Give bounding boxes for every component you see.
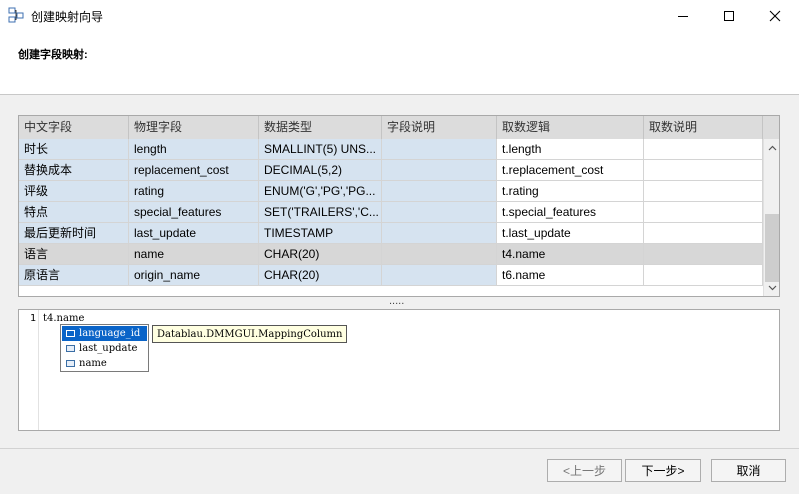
cell-fetch-logic[interactable]: t6.name — [497, 265, 644, 286]
cell-fetch-desc[interactable] — [644, 160, 763, 181]
cell-field-desc — [382, 265, 497, 286]
line-number: 1 — [30, 313, 37, 324]
cell-data-type: CHAR(20) — [259, 265, 382, 286]
cell-physical-field: last_update — [129, 223, 259, 244]
line-gutter: 1 — [19, 310, 39, 430]
column-header-fetch-desc[interactable]: 取数说明 — [644, 116, 763, 139]
cell-field-desc — [382, 139, 497, 160]
header-label: 创建字段映射: — [18, 49, 88, 61]
cell-fetch-desc[interactable] — [644, 223, 763, 244]
cell-physical-field: replacement_cost — [129, 160, 259, 181]
grid-header: 中文字段 物理字段 数据类型 字段说明 取数逻辑 取数说明 — [19, 116, 779, 139]
title-bar: 创建映射向导 — [0, 0, 799, 31]
column-header-physical-field[interactable]: 物理字段 — [129, 116, 259, 139]
maximize-icon — [724, 10, 734, 21]
cell-fetch-desc[interactable] — [644, 244, 763, 265]
cell-fetch-desc[interactable] — [644, 139, 763, 160]
splitter-handle[interactable]: ..... — [389, 295, 404, 307]
minimize-icon — [678, 15, 688, 17]
cell-fetch-desc[interactable] — [644, 181, 763, 202]
autocomplete-list: language_id last_update name — [60, 324, 149, 372]
cell-fetch-desc[interactable] — [644, 202, 763, 223]
autocomplete-item[interactable]: last_update — [62, 341, 147, 356]
cell-physical-field: special_features — [129, 202, 259, 223]
table-row[interactable]: 替换成本 replacement_cost DECIMAL(5,2) t.replac… — [19, 160, 763, 181]
cell-data-type: SMALLINT(5) UNS... — [259, 139, 382, 160]
cell-physical-field: rating — [129, 181, 259, 202]
cell-field-desc — [382, 160, 497, 181]
cell-cn-field: 语言 — [19, 244, 129, 265]
code-line[interactable]: t4.name — [43, 313, 84, 324]
column-icon — [66, 330, 75, 337]
cell-physical-field: name — [129, 244, 259, 265]
cell-field-desc — [382, 202, 497, 223]
cell-cn-field: 原语言 — [19, 265, 129, 286]
grid-scrollbar[interactable] — [763, 139, 779, 296]
cell-fetch-logic[interactable]: t.length — [497, 139, 644, 160]
cell-data-type: ENUM('G','PG','PG... — [259, 181, 382, 202]
maximize-button[interactable] — [706, 0, 752, 31]
cell-fetch-logic[interactable]: t.special_features — [497, 202, 644, 223]
previous-button[interactable]: <上一步 — [547, 459, 622, 482]
cancel-button[interactable]: 取消 — [711, 459, 786, 482]
cell-fetch-logic[interactable]: t.replacement_cost — [497, 160, 644, 181]
close-button[interactable] — [752, 0, 798, 31]
cell-fetch-desc[interactable] — [644, 265, 763, 286]
column-header-field-desc[interactable]: 字段说明 — [382, 116, 497, 139]
cell-cn-field: 时长 — [19, 139, 129, 160]
cell-cn-field: 最后更新时间 — [19, 223, 129, 244]
close-icon — [769, 10, 781, 21]
cell-fetch-logic[interactable]: t4.name — [497, 244, 644, 265]
scroll-up-button[interactable] — [764, 139, 779, 156]
table-row[interactable]: 语言 name CHAR(20) t4.name — [19, 244, 763, 265]
column-icon — [66, 345, 75, 352]
header-panel: 创建字段映射: — [0, 31, 799, 95]
cell-field-desc — [382, 223, 497, 244]
cell-cn-field: 特点 — [19, 202, 129, 223]
cell-cn-field: 替换成本 — [19, 160, 129, 181]
autocomplete-tooltip: Datablau.DMMGUI.MappingColumn — [152, 325, 348, 343]
column-header-cn-field[interactable]: 中文字段 — [19, 116, 129, 139]
cell-field-desc — [382, 181, 497, 202]
column-header-fetch-logic[interactable]: 取数逻辑 — [497, 116, 644, 139]
table-row[interactable]: 评级 rating ENUM('G','PG','PG... t.rating — [19, 181, 763, 202]
cell-data-type: SET('TRAILERS','C... — [259, 202, 382, 223]
cell-cn-field: 评级 — [19, 181, 129, 202]
chevron-up-icon — [768, 145, 777, 150]
table-row[interactable]: 特点 special_features SET('TRAILERS','C... t.… — [19, 202, 763, 223]
minimize-button[interactable] — [660, 0, 706, 31]
mapping-wizard-icon — [8, 7, 24, 23]
mapping-grid: 中文字段 物理字段 数据类型 字段说明 取数逻辑 取数说明 时长 length SM… — [18, 115, 780, 297]
chevron-down-icon — [768, 285, 777, 290]
cell-fetch-logic[interactable]: t.last_update — [497, 223, 644, 244]
scroll-thumb[interactable] — [765, 214, 779, 282]
autocomplete-item[interactable]: name — [62, 356, 147, 371]
autocomplete-item[interactable]: language_id — [62, 326, 147, 341]
table-row[interactable]: 最后更新时间 last_update TIMESTAMP t.last_update — [19, 223, 763, 244]
cell-data-type: DECIMAL(5,2) — [259, 160, 382, 181]
table-row[interactable]: 原语言 origin_name CHAR(20) t6.name — [19, 265, 763, 286]
cell-physical-field: length — [129, 139, 259, 160]
cell-fetch-logic[interactable]: t.rating — [497, 181, 644, 202]
cell-data-type: CHAR(20) — [259, 244, 382, 265]
column-header-data-type[interactable]: 数据类型 — [259, 116, 382, 139]
table-row[interactable]: 时长 length SMALLINT(5) UNS... t.length — [19, 139, 763, 160]
window-title: 创建映射向导 — [31, 10, 104, 24]
footer-divider — [0, 448, 799, 449]
cell-data-type: TIMESTAMP — [259, 223, 382, 244]
cell-field-desc — [382, 244, 497, 265]
scroll-down-button[interactable] — [764, 279, 779, 296]
cell-physical-field: origin_name — [129, 265, 259, 286]
column-icon — [66, 360, 75, 367]
next-button[interactable]: 下一步> — [625, 459, 701, 482]
